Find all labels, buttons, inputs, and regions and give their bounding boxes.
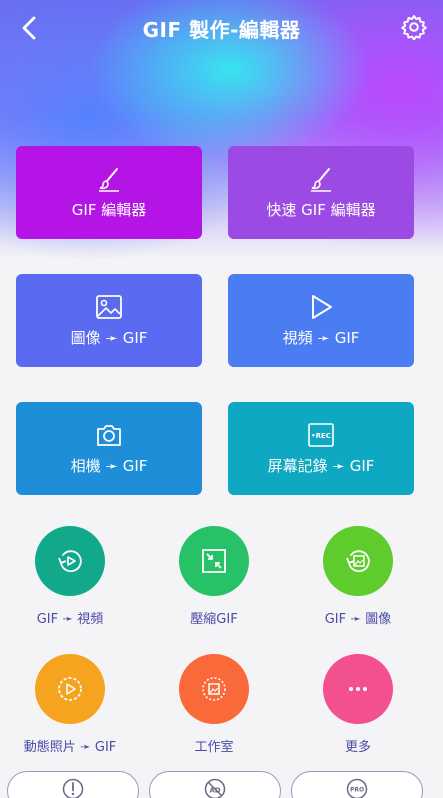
gif-to-video-button[interactable] [35, 526, 105, 596]
card-label: 快速 GIF 編輯器 [266, 201, 376, 219]
play-icon [312, 295, 332, 319]
card-label: 視頻 ➛ GIF [282, 329, 360, 347]
image-icon [96, 295, 122, 319]
pro-icon-text: PRO [350, 787, 364, 794]
card-label: 相機 ➛ GIF [70, 457, 148, 475]
gif-to-image-icon [346, 550, 370, 573]
feedback-icon [62, 778, 84, 798]
live-photo-icon [58, 677, 82, 701]
gif-editor-card[interactable]: GIF 編輯器 [16, 146, 202, 239]
screen-record-to-gif-card[interactable]: •REC 屏幕記錄 ➛ GIF [228, 402, 414, 495]
remove-ads-button[interactable]: AD [149, 771, 281, 798]
tool-label: GIF ➛ 視頻 [36, 612, 104, 627]
live-photo-to-gif-button[interactable] [35, 654, 105, 724]
page-title: GIF 製作-編輯器 [142, 17, 301, 42]
tool-studio: 工作室 [154, 654, 274, 755]
back-arrow-icon [22, 16, 36, 40]
gif-to-video-icon [58, 550, 82, 573]
gif-to-image-button[interactable] [323, 526, 393, 596]
compress-icon [202, 549, 226, 573]
card-label: 屏幕記錄 ➛ GIF [267, 457, 375, 475]
tool-more: 更多 [298, 654, 418, 755]
card-label: 圖像 ➛ GIF [70, 329, 148, 347]
pro-button[interactable]: PRO [291, 771, 423, 798]
brush-icon [311, 168, 331, 192]
brush-icon [99, 168, 119, 192]
pro-icon: PRO [346, 778, 368, 798]
tool-label: 工作室 [194, 740, 234, 755]
feedback-button[interactable] [7, 771, 139, 798]
tool-gif-to-video: GIF ➛ 視頻 [10, 526, 130, 627]
video-to-gif-card[interactable]: 視頻 ➛ GIF [228, 274, 414, 367]
more-icon [349, 687, 367, 691]
tool-compress-gif: 壓縮GIF [154, 526, 274, 627]
studio-icon [202, 677, 226, 701]
tool-gif-to-image: GIF ➛ 圖像 [298, 526, 418, 627]
studio-button[interactable] [179, 654, 249, 724]
settings-button[interactable] [401, 14, 427, 41]
gear-icon [401, 15, 427, 41]
compress-gif-button[interactable] [179, 526, 249, 596]
card-label: GIF 編輯器 [71, 201, 147, 219]
rec-icon: •REC [308, 423, 334, 447]
image-to-gif-card[interactable]: 圖像 ➛ GIF [16, 274, 202, 367]
more-button[interactable] [323, 654, 393, 724]
tool-label: 壓縮GIF [190, 612, 238, 627]
camera-icon [97, 425, 121, 446]
tool-label: 動態照片 ➛ GIF [23, 740, 117, 755]
rec-icon-text: •REC [311, 432, 331, 440]
tool-label: GIF ➛ 圖像 [324, 612, 392, 627]
top-bar: GIF 製作-編輯器 [0, 0, 443, 56]
tool-live-photo-to-gif: 動態照片 ➛ GIF [10, 654, 130, 755]
tool-label: 更多 [344, 740, 371, 755]
quick-gif-editor-card[interactable]: 快速 GIF 編輯器 [228, 146, 414, 239]
camera-to-gif-card[interactable]: 相機 ➛ GIF [16, 402, 202, 495]
no-ads-icon: AD [204, 778, 226, 798]
back-button[interactable] [18, 14, 42, 42]
